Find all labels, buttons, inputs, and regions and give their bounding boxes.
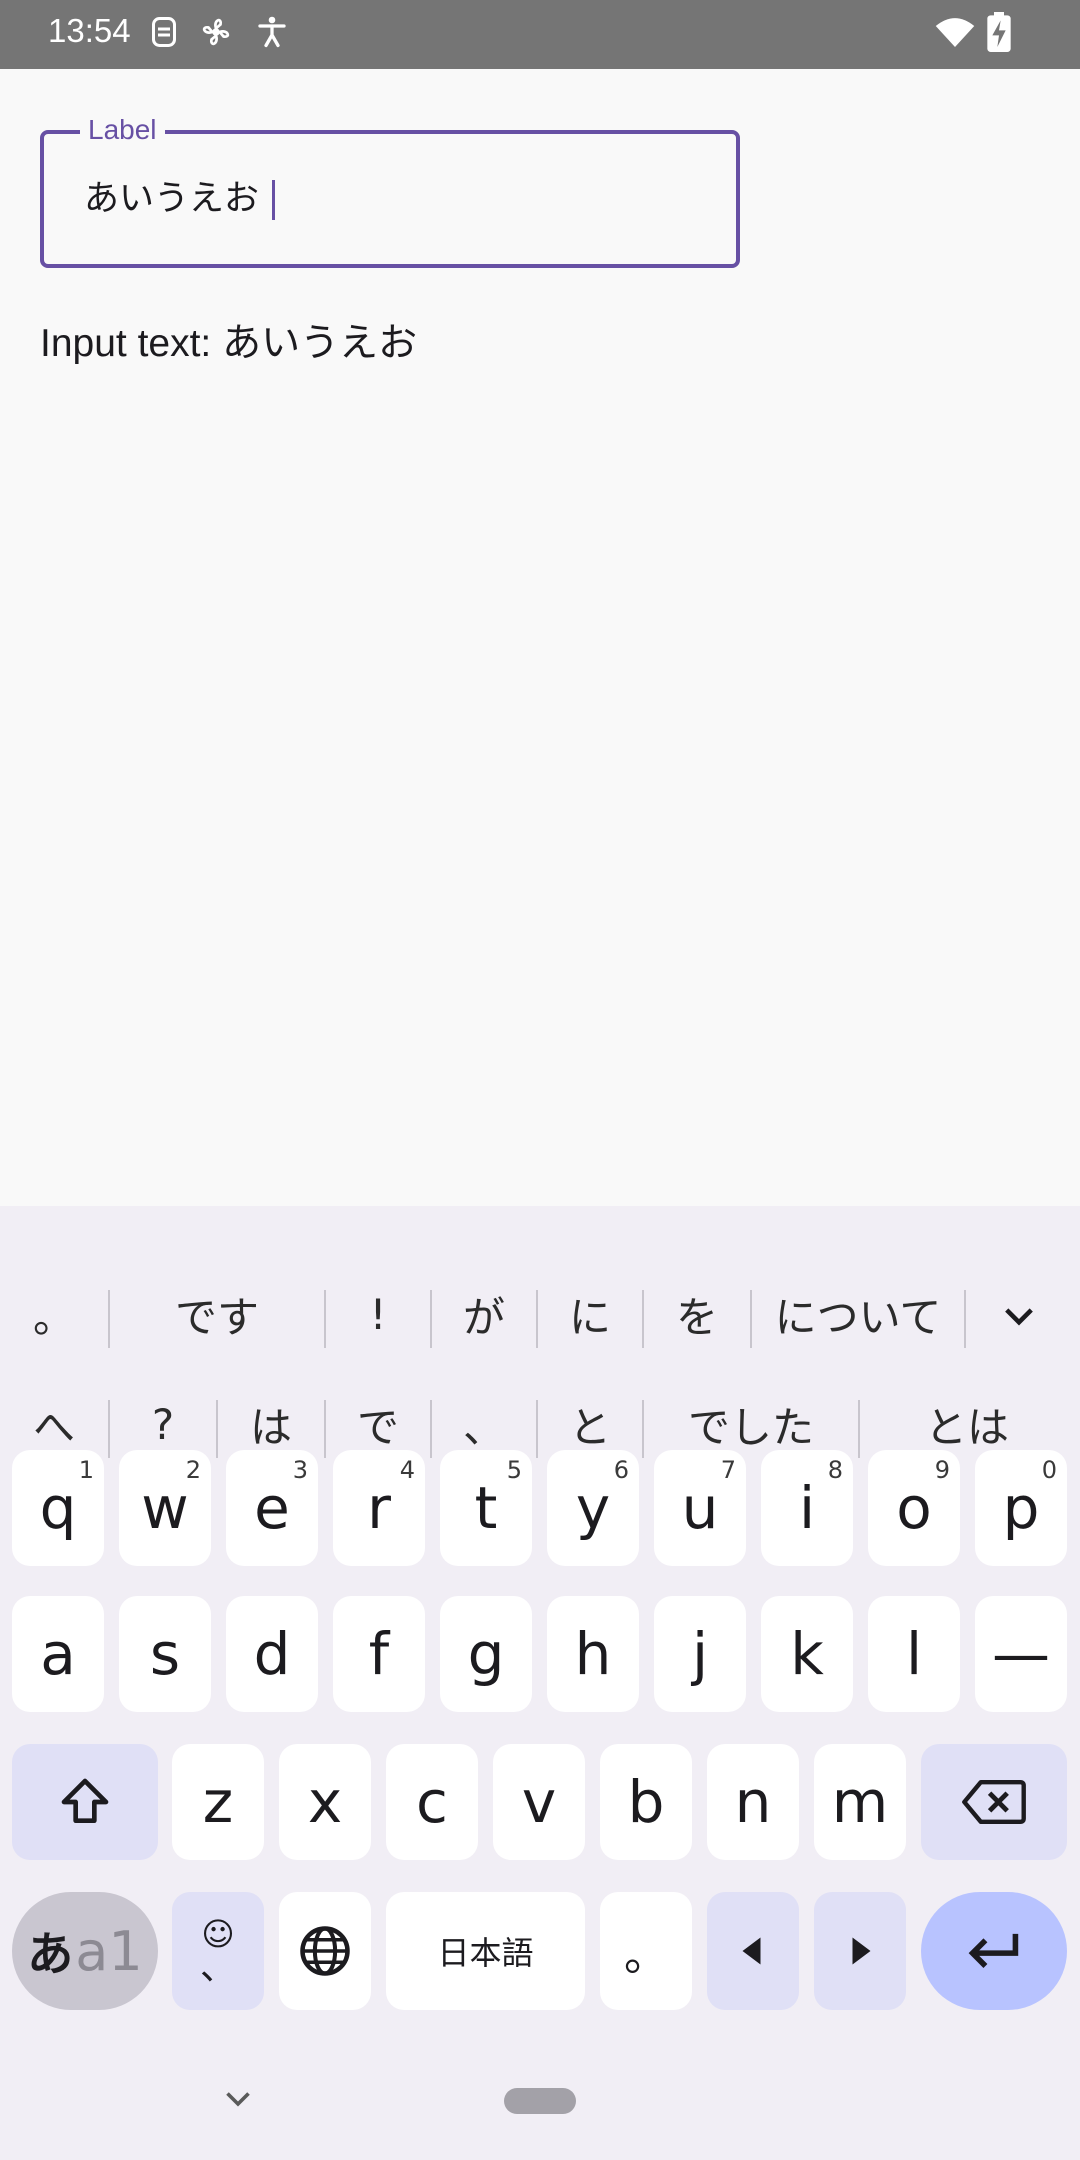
sim-icon [152, 17, 176, 47]
suggestion-item[interactable]: を [644, 1262, 750, 1366]
key-e[interactable]: e3 [226, 1450, 318, 1566]
enter-key[interactable] [921, 1892, 1067, 2010]
key-g[interactable]: g [440, 1596, 532, 1712]
cursor-right-key[interactable] [814, 1892, 906, 2010]
key-o[interactable]: o9 [868, 1450, 960, 1566]
globe-key[interactable] [279, 1892, 371, 2010]
globe-icon [300, 1926, 350, 1976]
period-key[interactable]: 。 [600, 1892, 692, 2010]
key-t[interactable]: t5 [440, 1450, 532, 1566]
backspace-key[interactable] [921, 1744, 1067, 1860]
key-j[interactable]: j [654, 1596, 746, 1712]
enter-icon [968, 1933, 1019, 1968]
key-m[interactable]: m [814, 1744, 906, 1860]
key-v[interactable]: v [493, 1744, 585, 1860]
key-x[interactable]: x [279, 1744, 371, 1860]
key-l[interactable]: l [868, 1596, 960, 1712]
expand-suggestions-chevron-icon[interactable] [998, 1296, 1040, 1338]
language-toggle-key[interactable]: あ a1 [12, 1892, 158, 2010]
shift-key[interactable] [12, 1744, 158, 1860]
key-z[interactable]: z [172, 1744, 264, 1860]
key-a[interactable]: a [12, 1596, 104, 1712]
shift-icon [61, 1778, 109, 1823]
emoji-comma-key[interactable]: ☺ 、 [172, 1892, 264, 2010]
key-k[interactable]: k [761, 1596, 853, 1712]
key-u[interactable]: u7 [654, 1450, 746, 1566]
key-i[interactable]: i8 [761, 1450, 853, 1566]
home-gesture-handle[interactable] [504, 2088, 576, 2114]
input-text-display: Input text: あいうえお [40, 322, 418, 365]
key-dash[interactable]: — [975, 1596, 1067, 1712]
battery-charging-icon [987, 12, 1011, 52]
key-r[interactable]: r4 [333, 1450, 425, 1566]
suggestion-item[interactable]: です [110, 1262, 324, 1366]
key-y[interactable]: y6 [547, 1450, 639, 1566]
hide-keyboard-chevron-icon[interactable] [220, 2080, 256, 2116]
accessibility-icon [258, 16, 286, 48]
suggestion-item[interactable]: が [432, 1262, 536, 1366]
suggestion-item[interactable]: に [538, 1262, 642, 1366]
key-p[interactable]: p0 [975, 1450, 1067, 1566]
arrow-right-icon [852, 1937, 871, 1965]
text-field-input[interactable]: あいうえお [84, 170, 276, 221]
backspace-icon [962, 1780, 1026, 1824]
key-h[interactable]: h [547, 1596, 639, 1712]
key-c[interactable]: c [386, 1744, 478, 1860]
text-field-value: あいうえお [84, 179, 260, 219]
space-key[interactable]: 日本語 [386, 1892, 585, 2010]
key-f[interactable]: f [333, 1596, 425, 1712]
key-w[interactable]: w2 [119, 1450, 211, 1566]
suggestion-item[interactable]: 。 [0, 1262, 108, 1366]
label-text-field[interactable]: Label あいうえお [40, 112, 740, 268]
arrow-left-icon [742, 1937, 761, 1965]
emoji-icon: ☺ [201, 1915, 235, 1953]
key-s[interactable]: s [119, 1596, 211, 1712]
key-n[interactable]: n [707, 1744, 799, 1860]
suggestion-item[interactable]: について [752, 1262, 964, 1366]
text-caret [272, 180, 276, 220]
soft-keyboard: 。 です ! が に を について へ ? は で 、 と でした とは q 1… [0, 1206, 1080, 2160]
fan-icon [202, 18, 230, 46]
status-time: 13:54 [48, 12, 131, 49]
wifi-icon [935, 18, 975, 47]
key-q[interactable]: q1 [12, 1450, 104, 1566]
status-bar: 13:54 [0, 0, 1080, 69]
cursor-left-key[interactable] [707, 1892, 799, 2010]
key-d[interactable]: d [226, 1596, 318, 1712]
key-b[interactable]: b [600, 1744, 692, 1860]
suggestion-row-1: 。 です ! が に を について [0, 1262, 1080, 1366]
field-label: Label [80, 112, 165, 148]
suggestion-item[interactable]: ! [326, 1262, 430, 1366]
